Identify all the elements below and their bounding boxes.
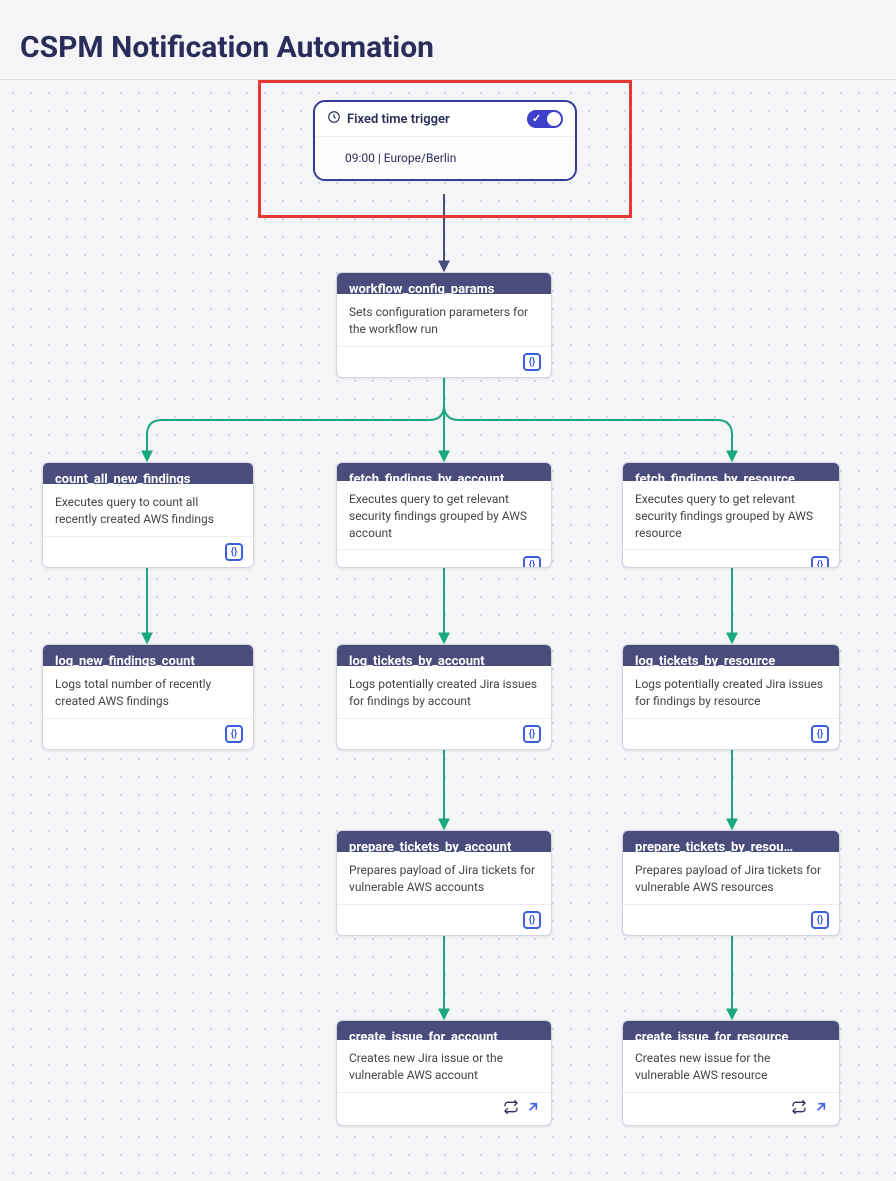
loop-icon bbox=[791, 1099, 807, 1119]
code-icon: {} bbox=[811, 725, 829, 743]
node-desc: Executes query to get relevant security … bbox=[337, 481, 551, 549]
node-title: log_new_findings_count bbox=[43, 645, 253, 666]
node-desc: Prepares payload of Jira tickets for vul… bbox=[337, 852, 551, 904]
code-icon: {} bbox=[523, 556, 541, 568]
trigger-label: Fixed time trigger bbox=[347, 112, 450, 127]
arrow-out-icon bbox=[813, 1099, 829, 1119]
node-desc: Logs potentially created Jira issues for… bbox=[337, 666, 551, 718]
node-create-issue-for-account[interactable]: create_issue_for_account Creates new Jir… bbox=[336, 1020, 552, 1126]
code-icon: {} bbox=[523, 725, 541, 743]
node-log-tickets-by-account[interactable]: log_tickets_by_account Logs potentially … bbox=[336, 644, 552, 750]
node-desc: Executes query to count all recently cre… bbox=[43, 484, 253, 536]
node-title: prepare_tickets_by_resou… bbox=[623, 831, 839, 852]
trigger-toggle[interactable]: ✓ bbox=[527, 110, 563, 128]
node-desc: Logs potentially created Jira issues for… bbox=[623, 666, 839, 718]
node-log-new-findings-count[interactable]: log_new_findings_count Logs total number… bbox=[42, 644, 254, 750]
node-count-all-new-findings[interactable]: count_all_new_findings Executes query to… bbox=[42, 462, 254, 568]
trigger-header: Fixed time trigger ✓ bbox=[315, 102, 575, 137]
node-desc: Creates new issue for the vulnerable AWS… bbox=[623, 1040, 839, 1092]
node-log-tickets-by-resource[interactable]: log_tickets_by_resource Logs potentially… bbox=[622, 644, 840, 750]
code-icon: {} bbox=[811, 911, 829, 929]
node-title: log_tickets_by_resource bbox=[623, 645, 839, 666]
clock-icon bbox=[327, 110, 341, 128]
node-title: prepare_tickets_by_account bbox=[337, 831, 551, 852]
node-title: create_issue_for_account bbox=[337, 1021, 551, 1040]
node-workflow-config-params[interactable]: workflow_config_params Sets configuratio… bbox=[336, 272, 552, 378]
arrow-out-icon bbox=[525, 1099, 541, 1119]
node-prepare-tickets-by-resource[interactable]: prepare_tickets_by_resou… Prepares paylo… bbox=[622, 830, 840, 936]
code-icon: {} bbox=[523, 911, 541, 929]
node-title: fetch_findings_by_resource bbox=[623, 463, 839, 481]
trigger-card[interactable]: Fixed time trigger ✓ 09:00 | Europe/Berl… bbox=[313, 100, 577, 181]
node-desc: Creates new Jira issue or the vulnerable… bbox=[337, 1040, 551, 1092]
node-desc: Logs total number of recently created AW… bbox=[43, 666, 253, 718]
node-title: count_all_new_findings bbox=[43, 463, 253, 484]
code-icon: {} bbox=[811, 556, 829, 568]
code-icon: {} bbox=[225, 543, 243, 561]
node-title: workflow_config_params bbox=[337, 273, 551, 294]
trigger-schedule: 09:00 | Europe/Berlin bbox=[315, 137, 575, 179]
code-icon: {} bbox=[523, 353, 541, 371]
code-icon: {} bbox=[225, 725, 243, 743]
node-create-issue-for-resource[interactable]: create_issue_for_resource Creates new is… bbox=[622, 1020, 840, 1126]
node-title: fetch_findings_by_account bbox=[337, 463, 551, 481]
page-title: CSPM Notification Automation bbox=[0, 0, 896, 80]
workflow-canvas[interactable]: Fixed time trigger ✓ 09:00 | Europe/Berl… bbox=[0, 80, 896, 1180]
node-fetch-findings-by-resource[interactable]: fetch_findings_by_resource Executes quer… bbox=[622, 462, 840, 568]
node-title: log_tickets_by_account bbox=[337, 645, 551, 666]
node-desc: Executes query to get relevant security … bbox=[623, 481, 839, 549]
connectors bbox=[0, 80, 896, 1180]
node-fetch-findings-by-account[interactable]: fetch_findings_by_account Executes query… bbox=[336, 462, 552, 568]
node-desc: Sets configuration parameters for the wo… bbox=[337, 294, 551, 346]
node-prepare-tickets-by-account[interactable]: prepare_tickets_by_account Prepares payl… bbox=[336, 830, 552, 936]
node-title: create_issue_for_resource bbox=[623, 1021, 839, 1040]
node-desc: Prepares payload of Jira tickets for vul… bbox=[623, 852, 839, 904]
loop-icon bbox=[503, 1099, 519, 1119]
